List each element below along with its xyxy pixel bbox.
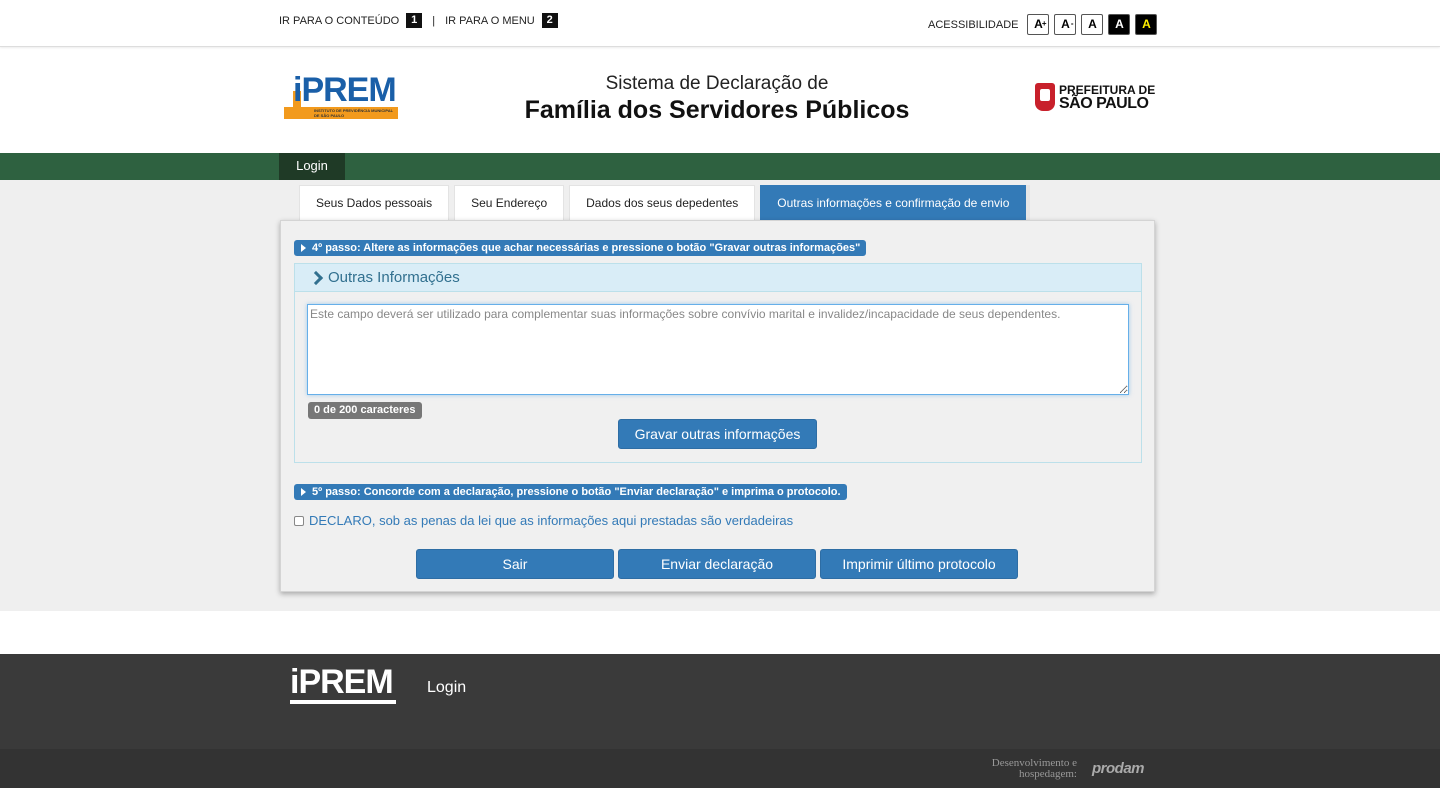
- footer-login-link[interactable]: Login: [427, 679, 466, 697]
- font-increase-button[interactable]: A +: [1027, 14, 1050, 35]
- accessibility-label: ACESSIBILIDADE: [928, 18, 1019, 31]
- skip-to-menu-link[interactable]: IR PARA O MENU: [445, 15, 535, 27]
- step5-label: 5º passo: Concorde com a declaração, pre…: [294, 484, 847, 500]
- declaration-label[interactable]: DECLARO, sob as penas da lei que as info…: [309, 513, 793, 528]
- site-footer: iPREM Login Desenvolvimento e hospedagem…: [0, 654, 1440, 788]
- skip-links-separator: |: [432, 14, 436, 27]
- step-tabs: Seus Dados pessoais Seu Endereço Dados d…: [299, 185, 1035, 220]
- print-protocol-button[interactable]: Imprimir último protocolo: [820, 549, 1018, 579]
- save-other-info-button[interactable]: Gravar outras informações: [618, 419, 817, 449]
- tab-address[interactable]: Seu Endereço: [454, 185, 565, 220]
- other-info-textarea[interactable]: [307, 304, 1129, 395]
- dev-credit: Desenvolvimento e hospedagem:: [991, 757, 1077, 780]
- city-seal-icon: [1035, 83, 1055, 111]
- main-nav: Login: [0, 153, 1440, 180]
- skip-to-menu-key: 2: [541, 13, 558, 28]
- accessibility-bar: IR PARA O CONTEÚDO 1 | IR PARA O MENU 2 …: [0, 0, 1440, 47]
- form-panel: 4º passo: Altere as informações que acha…: [280, 220, 1155, 592]
- other-info-header[interactable]: Outras Informações: [295, 264, 1141, 292]
- skip-to-content-key: 1: [406, 13, 423, 28]
- caret-right-icon: [301, 244, 306, 252]
- other-info-section: Outras Informações 0 de 200 caracteres G…: [294, 263, 1142, 463]
- page-title: Sistema de Declaração de Família dos Ser…: [0, 73, 1434, 125]
- send-declaration-button[interactable]: Enviar declaração: [618, 549, 816, 579]
- footer-logo-text: iPREM: [290, 663, 394, 701]
- accessibility-controls: ACESSIBILIDADE A + A- A A A: [928, 14, 1158, 35]
- step4-label: 4º passo: Altere as informações que acha…: [294, 240, 867, 256]
- font-reset-button[interactable]: A: [1081, 14, 1104, 35]
- skip-to-content-link[interactable]: IR PARA O CONTEÚDO: [279, 15, 399, 27]
- tab-other-info[interactable]: Outras informações e confirmação de envi…: [760, 185, 1027, 220]
- prodam-logo[interactable]: prodam: [1092, 760, 1145, 777]
- footer-iprem-logo[interactable]: iPREM: [290, 663, 396, 707]
- font-decrease-button[interactable]: A-: [1054, 14, 1077, 35]
- city-logo-line2: SÃO PAULO: [1059, 95, 1149, 112]
- chevron-right-icon: [311, 272, 321, 284]
- other-info-heading: Outras Informações: [328, 269, 460, 286]
- caret-right-icon: [301, 488, 306, 496]
- skip-links: IR PARA O CONTEÚDO 1 | IR PARA O MENU 2: [279, 13, 558, 28]
- main-content: Seus Dados pessoais Seu Endereço Dados d…: [0, 180, 1440, 611]
- page-title-sub: Sistema de Declaração de: [605, 73, 829, 94]
- site-header: iPREM INSTITUTO DE PREVIDÊNCIA MUNICIPAL…: [0, 47, 1440, 153]
- declaration: DECLARO, sob as penas da lei que as info…: [294, 513, 793, 528]
- page-title-main: Família dos Servidores Públicos: [524, 96, 910, 124]
- yellow-contrast-button[interactable]: A: [1135, 14, 1158, 35]
- tab-personal-data[interactable]: Seus Dados pessoais: [299, 185, 450, 220]
- character-counter: 0 de 200 caracteres: [308, 402, 422, 419]
- tab-dependents[interactable]: Dados dos seus depedentes: [569, 185, 756, 220]
- nav-login[interactable]: Login: [279, 153, 345, 180]
- high-contrast-button[interactable]: A: [1108, 14, 1131, 35]
- exit-button[interactable]: Sair: [416, 549, 614, 579]
- prefeitura-logo[interactable]: PREFEITURA DE SÃO PAULO: [1035, 83, 1155, 112]
- declaration-checkbox[interactable]: [294, 515, 304, 526]
